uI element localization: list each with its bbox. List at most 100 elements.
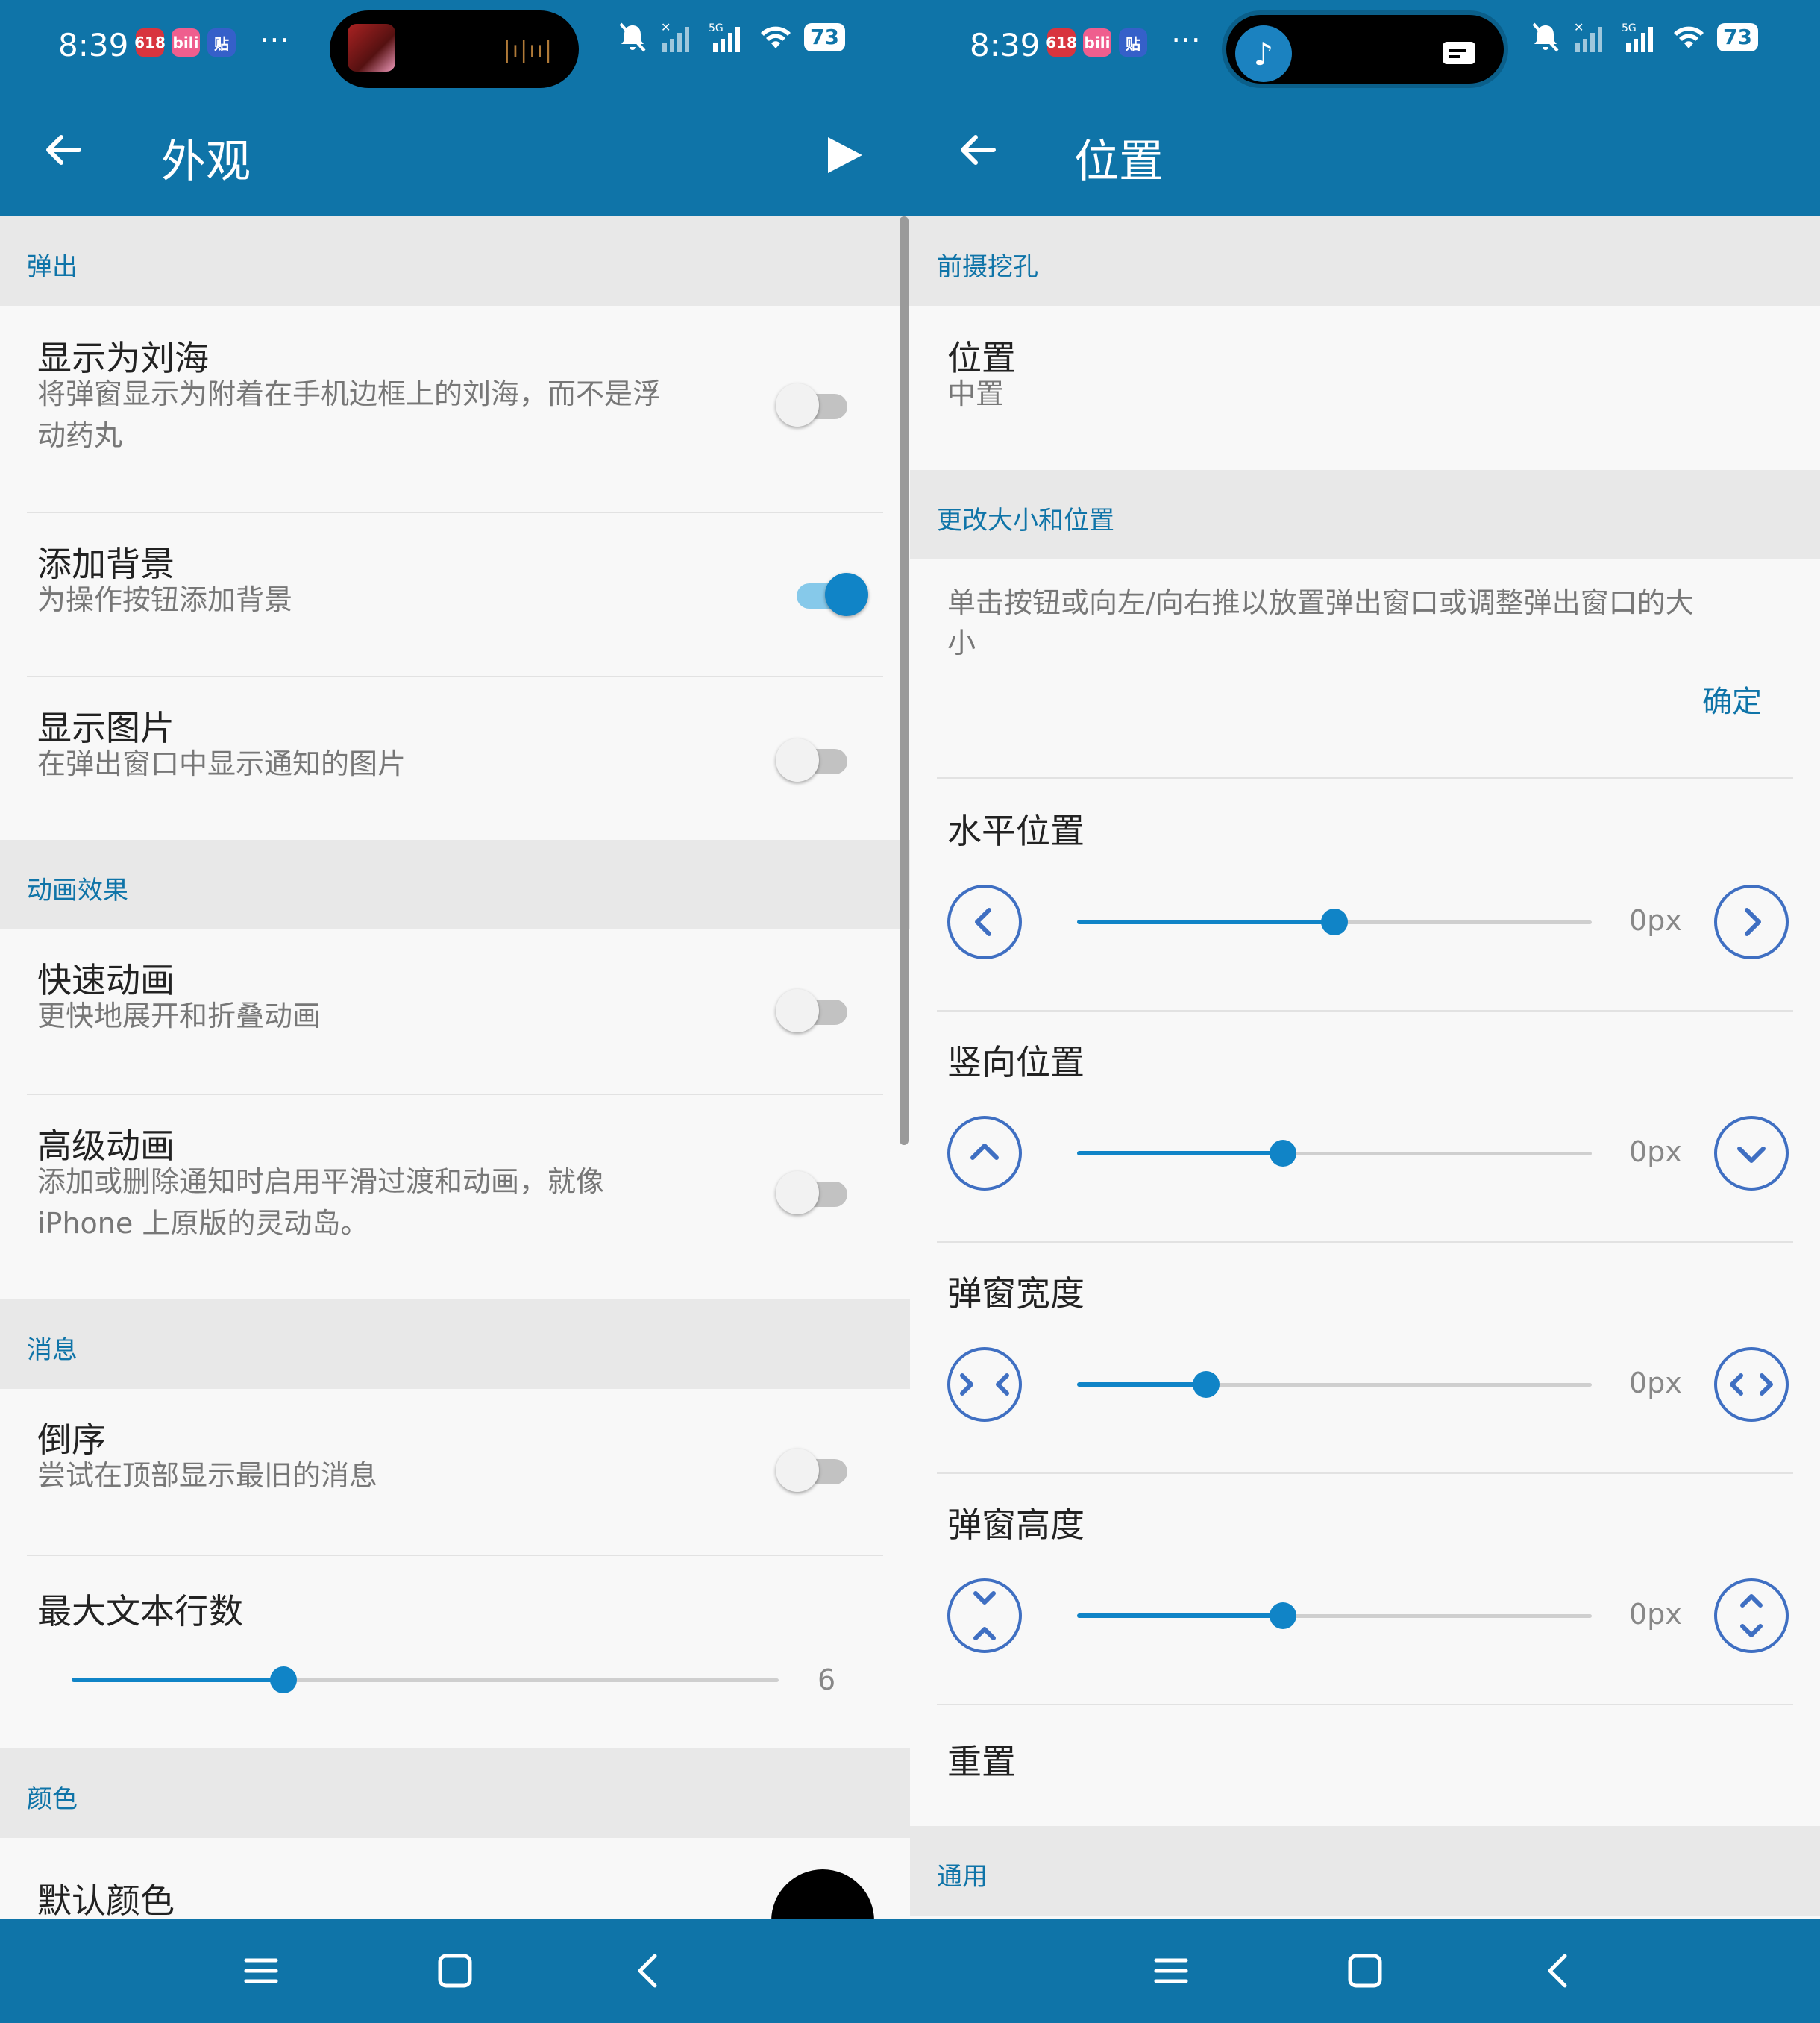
play-icon[interactable] — [823, 134, 865, 176]
app-618-icon: 618 — [1046, 28, 1077, 57]
app-tieba-icon: 贴 — [1119, 28, 1147, 57]
signal-icon: 5G — [709, 22, 740, 52]
wifi-icon — [761, 26, 791, 48]
signal-icon: 5G — [1622, 22, 1653, 52]
status-time: 8:39 — [970, 27, 1041, 63]
page-title: 位置 — [1074, 136, 1164, 188]
ok-button[interactable]: 确定 — [1702, 677, 1762, 721]
menu-icon[interactable] — [237, 1947, 285, 1995]
section-animation: 动画效果 — [0, 840, 910, 929]
svg-text:5G: 5G — [1622, 22, 1637, 34]
slider-thumb[interactable] — [1270, 1602, 1296, 1629]
signal-x-icon: ✕ — [661, 21, 689, 52]
settings-list[interactable]: 前摄挖孔 位置 中置 更改大小和位置 单击按钮或向左/向右推以放置弹出窗口或调整… — [910, 216, 1820, 1919]
horizontal-position-slider[interactable] — [1077, 907, 1592, 937]
home-icon[interactable] — [1341, 1947, 1389, 1995]
expand-horizontal-icon[interactable] — [1714, 1347, 1789, 1422]
row-max-text-lines: 最大文本行数 6 — [0, 1556, 910, 1743]
mute-icon — [619, 22, 646, 52]
reset-button[interactable]: 重置 — [947, 1735, 1016, 1784]
row-add-background[interactable]: 添加背景 为操作按钮添加背景 — [0, 513, 910, 676]
vertical-position-slider[interactable] — [1077, 1138, 1592, 1168]
notification-card-icon — [1443, 42, 1475, 64]
section-label: 通用 — [937, 1862, 988, 1892]
section-label: 动画效果 — [27, 876, 128, 906]
row-advanced-animation[interactable]: 高级动画 添加或删除通知时启用平滑过渡和动画，就像 iPhone 上原版的灵动岛… — [0, 1095, 910, 1298]
section-messages: 消息 — [0, 1299, 910, 1389]
scrollbar[interactable] — [900, 216, 909, 1145]
settings-list[interactable]: 弹出 显示为刘海 将弹窗显示为附着在手机边框上的刘海，而不是浮 动药丸 添加背景… — [0, 216, 910, 1919]
page-title: 外观 — [161, 136, 251, 188]
shrink-horizontal-icon[interactable] — [947, 1347, 1022, 1422]
toggle-switch[interactable] — [776, 383, 850, 427]
section-label: 颜色 — [27, 1784, 78, 1814]
section-label: 更改大小和位置 — [937, 506, 1114, 536]
row-title: 最大文本行数 — [37, 1591, 243, 1631]
expand-vertical-icon[interactable] — [1714, 1578, 1789, 1653]
dynamic-island[interactable]: |ı|ıı| — [330, 10, 579, 88]
slider-thumb[interactable] — [1321, 909, 1348, 935]
chevron-left-icon[interactable] — [947, 885, 1022, 959]
toggle-switch[interactable] — [776, 1449, 850, 1492]
more-notifications-icon: ⋯ — [1171, 22, 1201, 57]
home-icon[interactable] — [431, 1947, 479, 1995]
slider-value: 0px — [1629, 1135, 1682, 1168]
max-lines-slider[interactable] — [72, 1665, 779, 1695]
toggle-switch[interactable] — [789, 573, 868, 616]
navigation-bar — [910, 1919, 1820, 2023]
row-subtitle: 在弹出窗口中显示通知的图片 — [37, 747, 407, 780]
dynamic-island[interactable]: ♪ — [1222, 10, 1508, 88]
toggle-switch[interactable] — [776, 738, 850, 782]
back-icon[interactable] — [1535, 1947, 1583, 1995]
slider-value: 0px — [1629, 1367, 1682, 1399]
battery-icon: 73 — [804, 23, 845, 51]
slider-thumb[interactable] — [1192, 1371, 1220, 1398]
row-fast-animation[interactable]: 快速动画 更快地展开和折叠动画 — [0, 929, 910, 1094]
section-front-camera: 前摄挖孔 — [910, 216, 1820, 306]
row-title: 弹窗宽度 — [947, 1273, 1085, 1314]
status-bar: 8:39 618 bili 贴 ⋯ ♪ ✕ 5G 73 — [910, 0, 1820, 90]
chevron-down-icon[interactable] — [1714, 1116, 1789, 1191]
chevron-right-icon[interactable] — [1714, 885, 1789, 959]
row-reverse-order[interactable]: 倒序 尝试在顶部显示最旧的消息 — [0, 1389, 910, 1555]
slider-thumb[interactable] — [270, 1666, 298, 1693]
menu-icon[interactable] — [1147, 1947, 1195, 1995]
row-title: 水平位置 — [947, 811, 1085, 851]
section-popup: 弹出 — [0, 216, 910, 306]
row-subtitle: 中置 — [947, 377, 1005, 410]
slider-thumb[interactable] — [1270, 1140, 1296, 1167]
back-arrow-icon[interactable] — [37, 124, 90, 176]
row-subtitle: 尝试在顶部显示最旧的消息 — [37, 1459, 378, 1492]
position-screen: 8:39 618 bili 贴 ⋯ ♪ ✕ 5G 73 位置 前摄挖孔 位置 中… — [910, 0, 1820, 2023]
chevron-up-icon[interactable] — [947, 1116, 1022, 1191]
back-arrow-icon[interactable] — [952, 124, 1004, 176]
row-position[interactable]: 位置 中置 — [910, 306, 1820, 470]
app-bilibili-icon: bili — [172, 28, 200, 57]
popup-width-slider[interactable] — [1077, 1370, 1592, 1399]
shrink-vertical-icon[interactable] — [947, 1578, 1022, 1653]
slider-value: 0px — [1629, 904, 1682, 937]
notification-icons: 618 bili 贴 — [134, 28, 236, 57]
slider-value: 0px — [1629, 1598, 1682, 1631]
notification-icons: 618 bili 贴 — [1046, 28, 1147, 57]
row-show-as-notch[interactable]: 显示为刘海 将弹窗显示为附着在手机边框上的刘海，而不是浮 动药丸 — [0, 306, 910, 512]
back-icon[interactable] — [625, 1947, 673, 1995]
battery-icon: 73 — [1717, 23, 1758, 51]
row-reset[interactable]: 重置 — [910, 1705, 1820, 1826]
svg-text:5G: 5G — [709, 22, 724, 34]
system-icons: ✕ 5G 73 — [616, 21, 845, 54]
row-subtitle: 添加或删除通知时启用平滑过渡和动画，就像 — [37, 1165, 605, 1198]
app-bar: 外观 — [0, 90, 910, 216]
wifi-icon — [1674, 26, 1704, 48]
row-title: 弹窗高度 — [947, 1505, 1085, 1545]
row-show-image[interactable]: 显示图片 在弹出窗口中显示通知的图片 — [0, 677, 910, 840]
toggle-switch[interactable] — [776, 989, 850, 1032]
popup-height-slider[interactable] — [1077, 1601, 1592, 1631]
row-subtitle: iPhone 上原版的灵动岛。 — [37, 1207, 369, 1240]
section-label: 弹出 — [27, 252, 78, 282]
toggle-switch[interactable] — [776, 1171, 850, 1214]
row-popup-width: 弹窗宽度 0px — [910, 1241, 1820, 1472]
row-subtitle: 更快地展开和折叠动画 — [37, 1000, 321, 1032]
audio-wave-icon: |ı|ıı| — [503, 37, 553, 63]
app-bar: 位置 — [910, 90, 1820, 216]
